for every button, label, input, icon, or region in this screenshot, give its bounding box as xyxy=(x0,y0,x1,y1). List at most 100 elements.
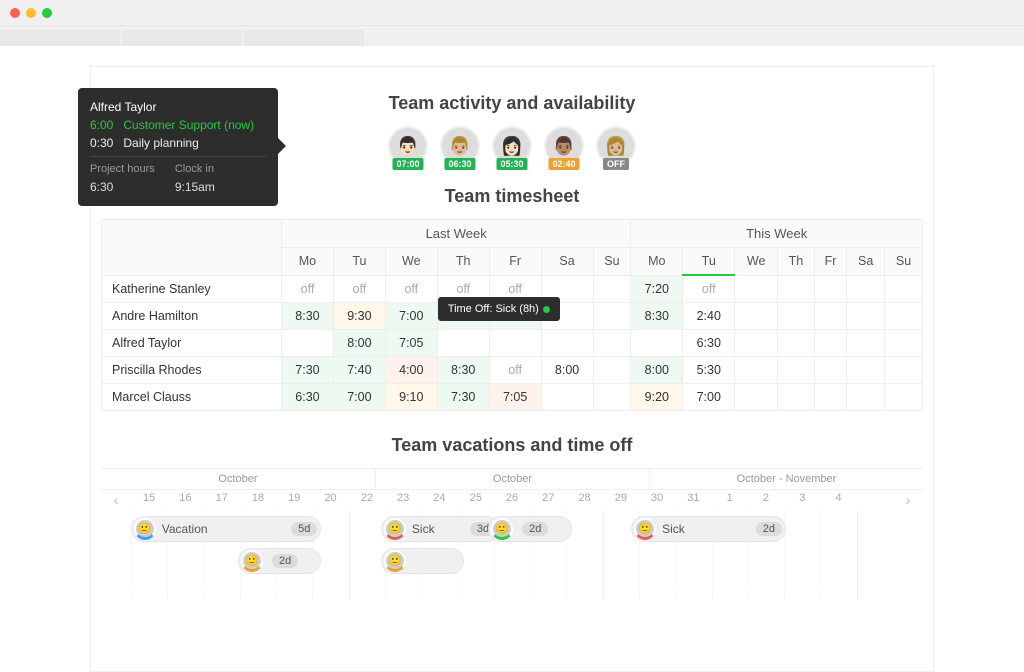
employee-name[interactable]: Priscilla Rhodes xyxy=(102,357,282,384)
timesheet-cell[interactable] xyxy=(814,303,846,330)
day-number: 23 xyxy=(385,490,421,510)
timesheet-cell[interactable]: 9:20 xyxy=(631,384,683,411)
team-avatar[interactable]: 👨🏽02:40 xyxy=(544,126,584,166)
timesheet-cell[interactable]: 9:10 xyxy=(385,384,437,411)
timesheet-cell[interactable] xyxy=(735,384,778,411)
timesheet-cell[interactable]: off xyxy=(385,275,437,303)
timesheet-cell[interactable] xyxy=(282,330,334,357)
team-avatar[interactable]: 👨🏻07:00 xyxy=(388,126,428,166)
timesheet-cell[interactable] xyxy=(847,384,885,411)
timesheet-cell[interactable] xyxy=(778,275,815,303)
activity-tooltip: Alfred Taylor 6:00 Customer Support (now… xyxy=(78,88,278,206)
timesheet-cell[interactable] xyxy=(778,357,815,384)
timeoff-bar[interactable]: 🙂2d xyxy=(238,548,321,574)
browser-tab[interactable] xyxy=(0,30,120,46)
browser-tab[interactable] xyxy=(122,30,242,46)
timesheet-cell[interactable] xyxy=(735,275,778,303)
timesheet-cell[interactable] xyxy=(593,275,631,303)
timesheet-cell[interactable] xyxy=(541,330,593,357)
timesheet-cell[interactable]: 8:00 xyxy=(541,357,593,384)
day-header: Fr xyxy=(814,248,846,276)
timesheet-cell[interactable] xyxy=(489,330,541,357)
timesheet-cell[interactable] xyxy=(735,303,778,330)
employee-name[interactable]: Katherine Stanley xyxy=(102,275,282,303)
timesheet-cell[interactable] xyxy=(847,357,885,384)
timesheet-cell[interactable] xyxy=(593,384,631,411)
timesheet-cell[interactable]: 7:00 xyxy=(385,303,437,330)
timesheet-cell[interactable]: off xyxy=(333,275,385,303)
prev-arrow-icon[interactable]: ‹ xyxy=(101,490,131,510)
timesheet-cell[interactable]: 7:40 xyxy=(333,357,385,384)
timesheet-cell[interactable]: off xyxy=(489,357,541,384)
timeoff-bar[interactable]: 🙂Sick2d xyxy=(631,516,786,542)
employee-name[interactable]: Marcel Clauss xyxy=(102,384,282,411)
timesheet-cell[interactable] xyxy=(437,330,489,357)
minimize-icon[interactable] xyxy=(26,8,36,18)
day-number: 17 xyxy=(204,490,240,510)
timesheet-cell[interactable] xyxy=(814,357,846,384)
timesheet-cell[interactable]: 7:35Time Off: Sick (8h) xyxy=(437,303,489,330)
close-icon[interactable] xyxy=(10,8,20,18)
timesheet-cell[interactable] xyxy=(885,275,923,303)
timesheet-cell[interactable]: 2:40 xyxy=(683,303,735,330)
timesheet-cell[interactable] xyxy=(814,330,846,357)
timeoff-bar[interactable]: 🙂 xyxy=(381,548,464,574)
day-header: Su xyxy=(593,248,631,276)
timesheet-cell[interactable]: 6:30 xyxy=(683,330,735,357)
timesheet-cell[interactable]: 7:30 xyxy=(437,384,489,411)
employee-name[interactable]: Andre Hamilton xyxy=(102,303,282,330)
timesheet-cell[interactable]: 8:30 xyxy=(282,303,334,330)
timesheet-cell[interactable]: 7:00 xyxy=(683,384,735,411)
team-avatar[interactable]: 👩🏼OFF xyxy=(596,126,636,166)
timesheet-cell[interactable] xyxy=(593,357,631,384)
avatar-icon: 🙂 xyxy=(134,518,156,540)
timesheet-cell[interactable] xyxy=(885,357,923,384)
timesheet-cell[interactable]: 7:00 xyxy=(333,384,385,411)
day-number: 24 xyxy=(421,490,457,510)
timesheet-cell[interactable] xyxy=(541,384,593,411)
timesheet-cell[interactable] xyxy=(593,330,631,357)
timesheet-cell[interactable] xyxy=(885,384,923,411)
timesheet-cell[interactable]: 7:20 xyxy=(631,275,683,303)
team-avatar[interactable]: 👨🏼06:30 xyxy=(440,126,480,166)
timeoff-bar[interactable]: 🙂Vacation5d xyxy=(131,516,322,542)
day-header: Su xyxy=(885,248,923,276)
timesheet-cell[interactable]: 7:30 xyxy=(282,357,334,384)
timesheet-cell[interactable]: 9:30 xyxy=(333,303,385,330)
timesheet-cell[interactable] xyxy=(847,275,885,303)
timesheet-cell[interactable]: off xyxy=(683,275,735,303)
timeoff-bar[interactable]: 🙂2d xyxy=(488,516,571,542)
timesheet-cell[interactable] xyxy=(778,384,815,411)
timesheet-cell[interactable]: 8:30 xyxy=(631,303,683,330)
timesheet-cell[interactable]: 8:00 xyxy=(333,330,385,357)
timesheet-cell[interactable] xyxy=(735,330,778,357)
timesheet-cell[interactable] xyxy=(885,303,923,330)
team-avatar[interactable]: 👩🏻05:30 xyxy=(492,126,532,166)
timesheet-cell[interactable] xyxy=(847,330,885,357)
status-badge: OFF xyxy=(603,158,629,170)
browser-tab[interactable] xyxy=(244,30,364,46)
day-header: Fr xyxy=(489,248,541,276)
next-arrow-icon[interactable]: › xyxy=(893,490,923,510)
timesheet-cell[interactable] xyxy=(735,357,778,384)
timesheet-cell[interactable] xyxy=(631,330,683,357)
timesheet-cell[interactable]: off xyxy=(282,275,334,303)
timesheet-cell[interactable]: 7:05 xyxy=(385,330,437,357)
timesheet-cell[interactable]: 5:30 xyxy=(683,357,735,384)
maximize-icon[interactable] xyxy=(42,8,52,18)
timesheet-cell[interactable]: 8:00 xyxy=(631,357,683,384)
timesheet-cell[interactable] xyxy=(847,303,885,330)
timesheet-cell[interactable]: 7:05 xyxy=(489,384,541,411)
timesheet-cell[interactable] xyxy=(814,384,846,411)
timesheet-cell[interactable]: 4:00 xyxy=(385,357,437,384)
employee-name[interactable]: Alfred Taylor xyxy=(102,330,282,357)
timesheet-cell[interactable] xyxy=(778,303,815,330)
timesheet-cell[interactable]: 6:30 xyxy=(282,384,334,411)
timesheet-cell[interactable] xyxy=(885,330,923,357)
timesheet-cell[interactable] xyxy=(778,330,815,357)
day-number: 25 xyxy=(458,490,494,510)
timesheet-cell[interactable] xyxy=(593,303,631,330)
timesheet-cell[interactable] xyxy=(814,275,846,303)
timesheet-cell[interactable]: 8:30 xyxy=(437,357,489,384)
timeoff-bar[interactable]: 🙂Sick3d xyxy=(381,516,500,542)
